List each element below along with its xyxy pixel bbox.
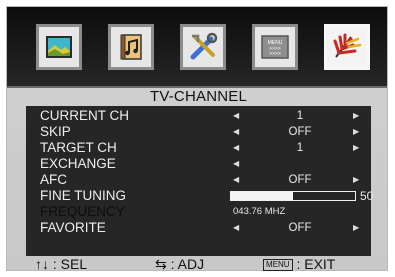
right-arrow-icon[interactable]: ▶	[353, 108, 359, 124]
afc-value: OFF	[288, 174, 312, 186]
panel-title: TV-CHANNEL	[26, 88, 371, 106]
tab-picture[interactable]	[36, 24, 82, 70]
fine-tuning-value: 50	[360, 189, 374, 203]
left-arrow-icon[interactable]: ◀	[233, 172, 239, 188]
tab-menu[interactable]: MENU >>>> >>>>	[252, 24, 298, 70]
target-ch-label: TARGET CH	[40, 140, 117, 155]
key-hints: ↑↓ : SEL ⇆ : ADJ MENU : EXIT	[7, 257, 387, 271]
menu-icon: MENU >>>> >>>>	[261, 35, 289, 59]
fine-tuning-label: FINE TUNING	[40, 188, 127, 203]
right-arrow-icon[interactable]: ▶	[353, 172, 359, 188]
left-arrow-icon[interactable]: ◀	[233, 220, 239, 236]
exit-hint-label: : EXIT	[292, 256, 336, 272]
tab-audio[interactable]	[108, 24, 154, 70]
tab-setup[interactable]	[180, 24, 226, 70]
menu-item-target-ch[interactable]: TARGET CH ◀ 1 ▶	[26, 140, 371, 156]
adjust-hint: ⇆ : ADJ	[155, 256, 205, 272]
menu-item-current-ch[interactable]: CURRENT CH ◀ 1 ▶	[26, 108, 371, 124]
current-ch-label: CURRENT CH	[40, 108, 130, 123]
svg-text:>>>>: >>>>	[269, 51, 281, 57]
favorite-value: OFF	[288, 222, 312, 234]
tv-channel-panel: TV-CHANNEL CURRENT CH ◀ 1 ▶ SKIP ◀ OFF ▶…	[26, 88, 374, 256]
tools-icon	[190, 32, 218, 60]
target-ch-value: 1	[296, 142, 304, 154]
favorite-label: FAVORITE	[40, 220, 106, 235]
fine-tuning-slider[interactable]	[230, 191, 356, 201]
fine-tuning-fill	[231, 192, 293, 200]
skip-value: OFF	[288, 126, 312, 138]
right-arrow-icon[interactable]: ▶	[353, 140, 359, 156]
right-arrow-icon[interactable]: ▶	[353, 220, 359, 236]
osd-menu: MENU >>>> >>>> TV-CHANNEL CURRENT CH ◀ 1…	[6, 6, 388, 271]
exchange-label: EXCHANGE	[40, 156, 116, 171]
menu-key-icon: MENU	[263, 259, 293, 271]
menu-item-fine-tuning[interactable]: FINE TUNING 50	[26, 188, 374, 204]
tab-channel[interactable]	[324, 24, 370, 70]
frequency-value: 043.76 MHZ	[233, 206, 286, 217]
menu-item-exchange[interactable]: EXCHANGE ◀	[26, 156, 371, 172]
menu-tab-bar: MENU >>>> >>>>	[7, 7, 387, 88]
current-ch-value: 1	[296, 110, 304, 122]
menu-item-skip[interactable]: SKIP ◀ OFF ▶	[26, 124, 371, 140]
music-icon	[120, 34, 142, 60]
picture-icon	[46, 36, 72, 58]
menu-item-afc[interactable]: AFC ◀ OFF ▶	[26, 172, 371, 188]
antenna-icon	[333, 33, 362, 58]
exit-hint: MENU : EXIT	[263, 257, 335, 271]
menu-item-frequency: FREQUENCY 043.76 MHZ	[26, 204, 371, 220]
menu-item-favorite[interactable]: FAVORITE ◀ OFF ▶	[26, 220, 371, 236]
left-arrow-icon[interactable]: ◀	[233, 156, 239, 172]
left-arrow-icon[interactable]: ◀	[233, 140, 239, 156]
left-arrow-icon[interactable]: ◀	[233, 124, 239, 140]
frequency-label: FREQUENCY	[40, 204, 125, 219]
skip-label: SKIP	[40, 124, 71, 139]
select-hint: ↑↓ : SEL	[35, 256, 88, 272]
left-arrow-icon[interactable]: ◀	[233, 108, 239, 124]
right-arrow-icon[interactable]: ▶	[353, 124, 359, 140]
afc-label: AFC	[40, 172, 67, 187]
